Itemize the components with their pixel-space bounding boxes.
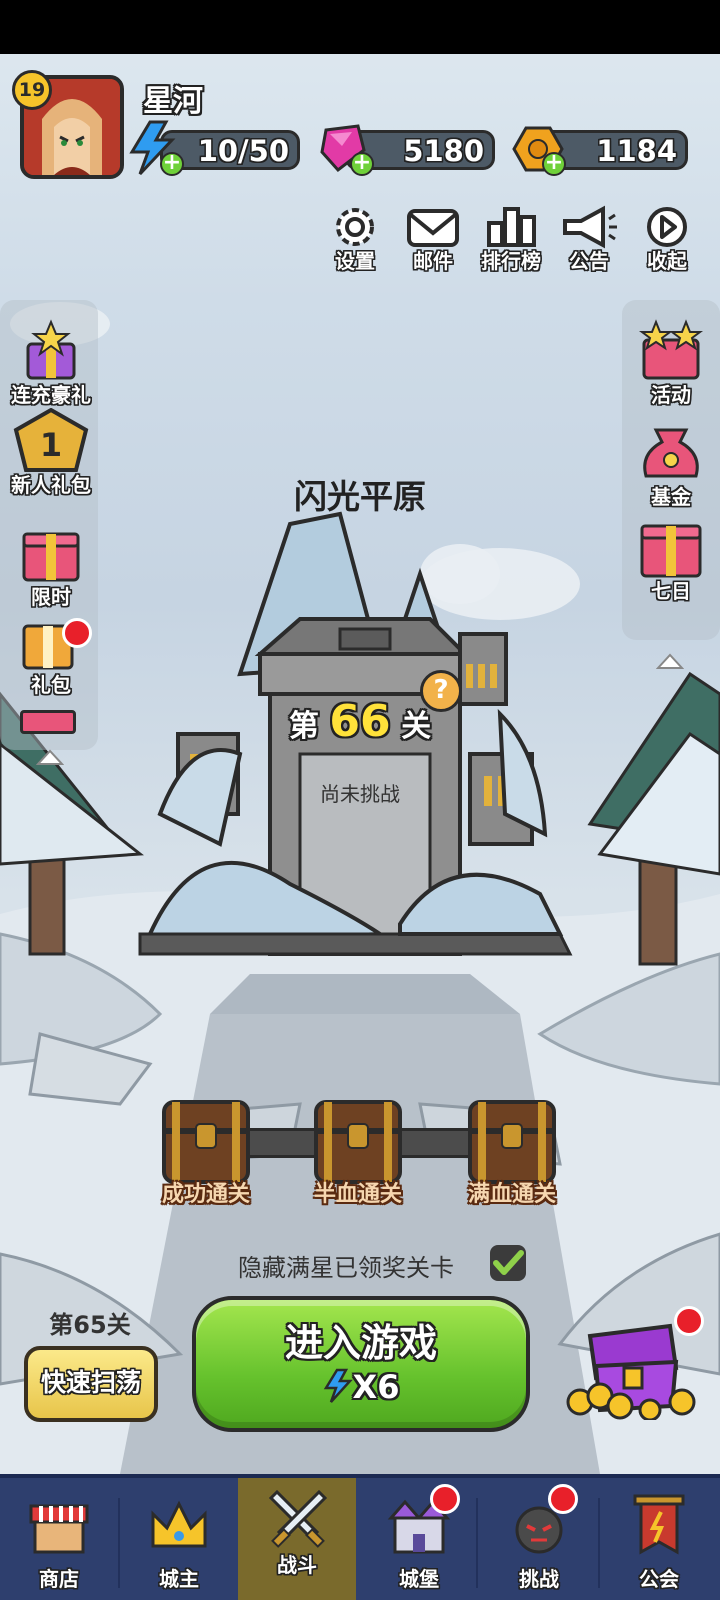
player-name: 星河 — [143, 84, 203, 119]
collapse-icon — [647, 207, 687, 247]
add-gem-icon[interactable]: + — [350, 152, 374, 176]
stage-number-label: 第 66 关 — [0, 696, 720, 747]
gear-icon — [336, 208, 374, 246]
crown-icon — [151, 1500, 207, 1548]
gift-pack-notification-dot — [62, 618, 92, 648]
enter-cost: X6 — [196, 1368, 526, 1406]
nav-battle[interactable]: 战斗 — [238, 1478, 356, 1600]
stage-status: 尚未挑战 — [320, 782, 400, 806]
enter-game-label: 进入游戏 — [284, 1321, 437, 1365]
gift-pack-label: 礼包 — [31, 673, 71, 697]
event-icon — [639, 319, 703, 380]
enter-game-button[interactable]: 进入游戏 X6 — [192, 1296, 530, 1432]
gem-value: 5180 — [403, 134, 484, 168]
nav-lord-label: 城主 — [159, 1567, 199, 1591]
guild-banner-icon — [633, 1494, 685, 1555]
quick-sweep-button[interactable]: 快速扫荡 — [24, 1346, 158, 1422]
nav-castle-label: 城堡 — [399, 1567, 439, 1591]
hide-cleared-checkbox[interactable] — [490, 1245, 526, 1281]
checkmark-icon — [493, 1250, 524, 1275]
area-name: 闪光平原 — [294, 477, 426, 516]
chest-icon[interactable] — [466, 1098, 558, 1186]
bottom-nav: 商店 城主 战斗 城堡 挑战 公会 — [0, 1474, 720, 1600]
swords-icon — [268, 1490, 328, 1548]
chest-icon[interactable] — [312, 1098, 404, 1186]
shop-icon — [29, 1504, 89, 1554]
chest-label-half-hp: 半血通关 — [313, 1182, 402, 1207]
recharge-gift-button[interactable]: 连充豪礼 — [6, 318, 96, 408]
seven-day-icon — [640, 524, 702, 578]
recharge-gift-icon — [26, 319, 76, 380]
gold-value: 1184 — [596, 134, 677, 168]
mail-button[interactable]: 邮件 — [400, 205, 466, 273]
limited-gift-label: 限时 — [31, 585, 71, 609]
mail-icon — [407, 209, 459, 247]
event-button[interactable]: 活动 — [626, 318, 716, 408]
newbie-pack-icon: 1 — [13, 407, 89, 472]
announcement-label: 公告 — [569, 249, 609, 273]
hide-cleared-label: 隐藏满星已领奖关卡 — [238, 1254, 454, 1282]
nav-castle[interactable]: 城堡 — [360, 1478, 478, 1600]
lightning-icon — [323, 1368, 353, 1403]
nav-shop-label: 商店 — [39, 1567, 79, 1591]
recharge-gift-label: 连充豪礼 — [11, 383, 91, 407]
limited-gift-icon — [22, 532, 80, 582]
announcement-button[interactable]: 公告 — [556, 205, 622, 273]
event-label: 活动 — [651, 383, 691, 407]
game-screen: 19 星河 10/50 + 5180 + 1184 + 设置 邮件 排行榜 公告… — [0, 0, 720, 1600]
leaderboard-label: 排行榜 — [481, 249, 541, 273]
nav-guild-label: 公会 — [639, 1567, 679, 1591]
settings-button[interactable]: 设置 — [322, 205, 388, 273]
challenge-notification-dot — [548, 1484, 578, 1514]
castle-notification-dot — [430, 1484, 460, 1514]
nav-shop[interactable]: 商店 — [0, 1478, 118, 1600]
stage-number: 66 — [329, 696, 391, 747]
chest-label-clear: 成功通关 — [161, 1182, 250, 1207]
nav-guild[interactable]: 公会 — [600, 1478, 718, 1600]
seven-day-button[interactable]: 七日 — [626, 514, 716, 604]
nav-battle-label: 战斗 — [277, 1553, 317, 1577]
seven-day-label: 七日 — [651, 579, 691, 603]
leaderboard-button[interactable]: 排行榜 — [478, 205, 544, 273]
stamina-value: 10/50 — [197, 134, 289, 168]
stage-suffix: 关 — [401, 709, 432, 744]
nav-challenge[interactable]: 挑战 — [480, 1478, 598, 1600]
collapse-button[interactable]: 收起 — [634, 205, 700, 273]
leaderboard-icon — [487, 207, 536, 247]
nav-challenge-label: 挑战 — [519, 1567, 559, 1591]
chest-icon[interactable] — [160, 1098, 252, 1186]
treasure-notification-dot — [674, 1306, 704, 1336]
mail-label: 邮件 — [413, 249, 453, 273]
settings-label: 设置 — [335, 249, 375, 273]
player-level-badge: 19 — [12, 70, 52, 110]
chest-label-full-hp: 满血通关 — [467, 1182, 556, 1207]
limited-gift-button[interactable]: 限时 — [6, 520, 96, 610]
status-bar — [0, 0, 720, 54]
enter-cost-value: X6 — [352, 1368, 400, 1406]
newbie-badge-number: 1 — [40, 426, 62, 464]
nav-lord[interactable]: 城主 — [120, 1478, 238, 1600]
collapse-label: 收起 — [647, 249, 687, 273]
megaphone-icon — [563, 205, 617, 249]
sweep-stage-label: 第65关 — [49, 1311, 131, 1339]
scroll-up-arrow-icon[interactable] — [36, 748, 64, 766]
right-scroll-up-arrow-icon[interactable] — [656, 652, 684, 670]
stage-prefix: 第 — [288, 709, 319, 744]
add-stamina-icon[interactable]: + — [160, 152, 184, 176]
add-gold-icon[interactable]: + — [542, 152, 566, 176]
